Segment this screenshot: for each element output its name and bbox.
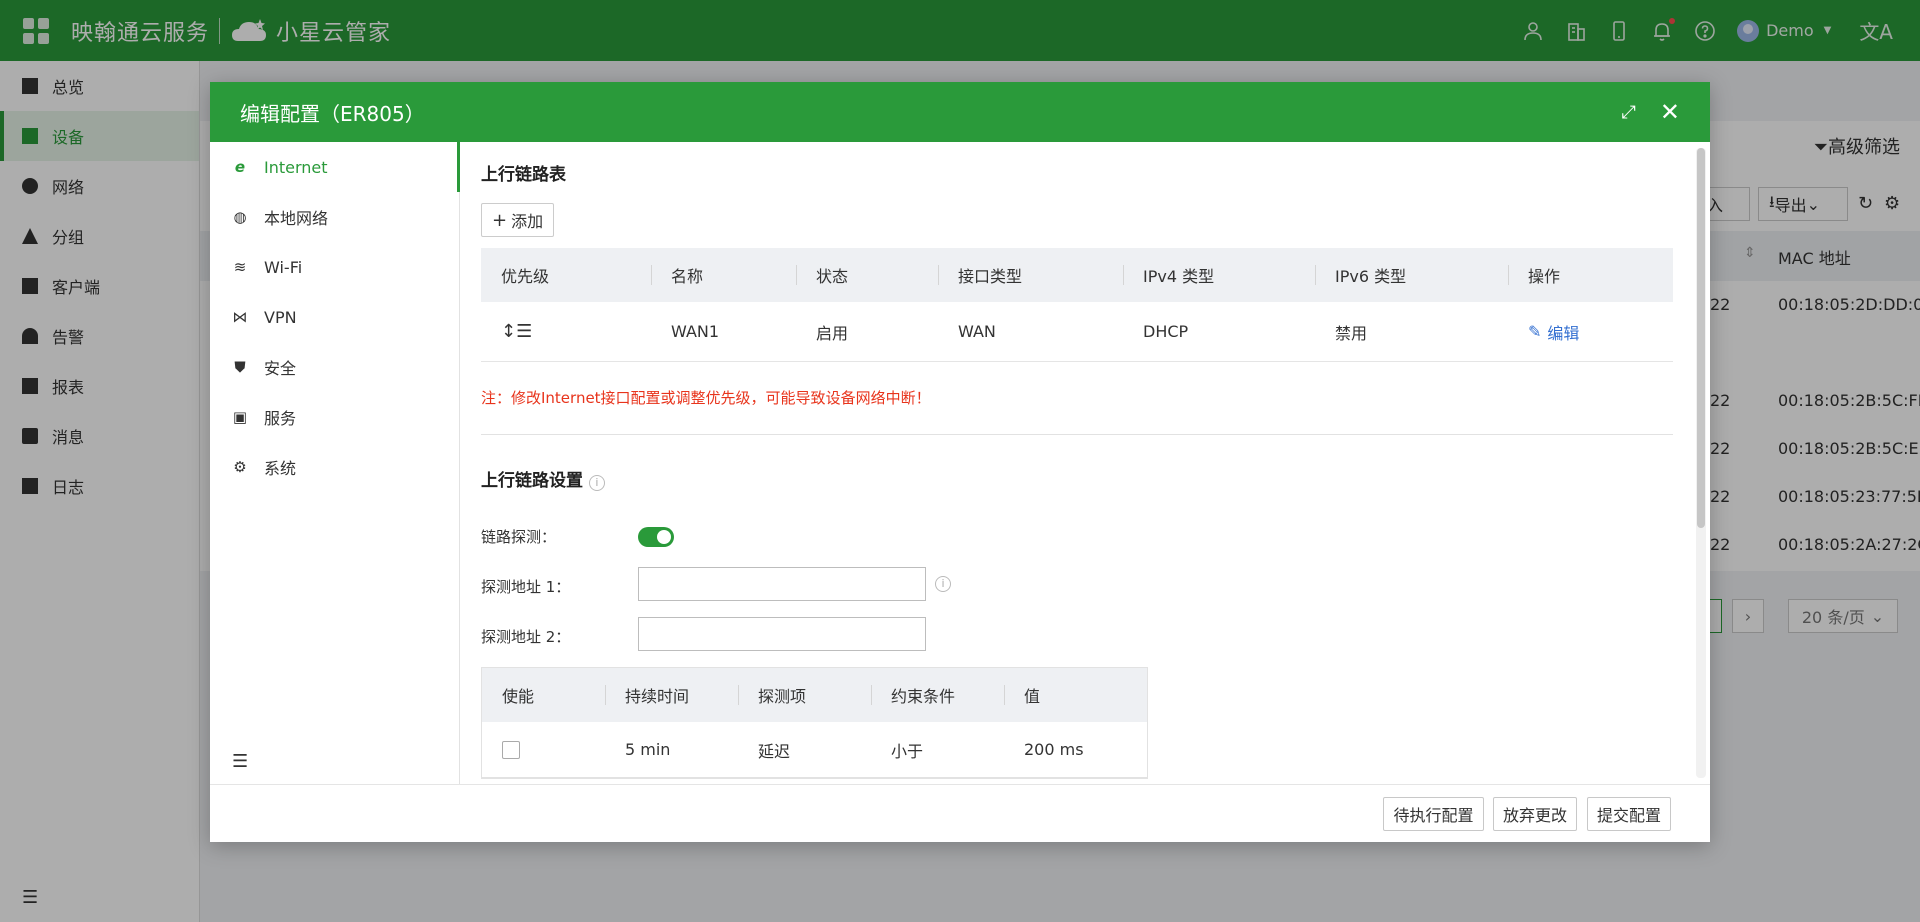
table-row: ↕☰ WAN1 启用 WAN DHCP 禁用 ✎ 编辑 [481, 302, 1673, 362]
config-menu-system[interactable]: ⚙ 系统 [210, 442, 459, 492]
column-header: IPv4 类型 [1123, 248, 1315, 302]
config-menu-label: VPN [264, 307, 297, 327]
table-cell: 禁用 [1335, 323, 1368, 343]
detect-toggle[interactable] [638, 527, 674, 547]
divider [481, 434, 1673, 435]
config-menu-label: Internet [264, 157, 328, 177]
plus-icon: + [492, 209, 508, 231]
enable-checkbox[interactable] [502, 740, 520, 759]
edit-link[interactable]: ✎ 编辑 [1508, 302, 1673, 361]
info-icon[interactable]: i [588, 475, 605, 491]
table-row: 5 min 延迟 小于 200 ms [482, 722, 1147, 778]
box-icon: ▣ [232, 408, 248, 426]
config-menu-label: 本地网络 [264, 209, 329, 228]
globe-icon: ◍ [233, 208, 247, 226]
addr1-input[interactable] [638, 567, 926, 601]
table-cell: 5 min [625, 740, 671, 759]
submit-config-button[interactable]: 提交配置 [1587, 797, 1671, 831]
drag-sort-icon[interactable]: ↕☰ [481, 302, 651, 361]
config-menu-local-network[interactable]: ◍ 本地网络 [210, 192, 459, 242]
addr2-label: 探测地址 2： [481, 628, 571, 646]
add-button[interactable]: + 添加 [481, 203, 555, 237]
pending-config-button[interactable]: 待执行配置 [1383, 797, 1484, 831]
ie-icon: e [234, 158, 246, 176]
config-menu-label: 系统 [264, 459, 297, 478]
dialog-header: 编辑配置（ER805） ⤢ ✕ [210, 82, 1710, 142]
table-cell: DHCP [1143, 322, 1189, 341]
uplink-settings-label: 上行链路设置 [481, 471, 583, 491]
config-menu-services[interactable]: ▣ 服务 [210, 392, 459, 442]
edit-config-dialog: 编辑配置（ER805） ⤢ ✕ e Internet ◍ 本地网络 ≋ Wi-Fi ⋈… [210, 82, 1710, 842]
edit-label: 编辑 [1547, 323, 1580, 343]
add-label: 添加 [511, 212, 544, 231]
probe-table: 使能 持续时间 探测项 约束条件 值 5 min 延迟 小于 200 ms [481, 667, 1148, 779]
dialog-footer: 待执行配置 放弃更改 提交配置 [210, 784, 1710, 842]
detect-label: 链路探测： [481, 528, 557, 546]
gear-icon: ⚙ [233, 458, 247, 476]
column-header: 状态 [796, 248, 938, 302]
uplink-settings-title: 上行链路设置 i [481, 466, 605, 491]
close-icon[interactable]: ✕ [1660, 98, 1680, 126]
table-header: 使能 持续时间 探测项 约束条件 值 [482, 668, 1147, 722]
table-cell: WAN [958, 322, 996, 341]
vpn-icon: ⋈ [232, 308, 248, 326]
column-header: 操作 [1508, 248, 1673, 302]
table-cell: 延迟 [758, 741, 791, 761]
uplink-table-title: 上行链路表 [481, 165, 566, 185]
addr1-label: 探测地址 1： [481, 578, 571, 596]
config-menu: e Internet ◍ 本地网络 ≋ Wi-Fi ⋈ VPN ⛊ 安全 ▣ 服务 ⚙ 系统 … [210, 142, 460, 784]
config-menu-security[interactable]: ⛊ 安全 [210, 342, 459, 392]
table-cell [482, 722, 605, 777]
config-menu-label: Wi-Fi [264, 257, 303, 277]
table-cell: 小于 [891, 741, 924, 761]
warning-note: 注：修改Internet接口配置或调整优先级，可能导致设备网络中断！ [481, 389, 931, 407]
discard-changes-button[interactable]: 放弃更改 [1493, 797, 1577, 831]
pencil-icon: ✎ [1528, 322, 1542, 341]
addr2-input[interactable] [638, 617, 926, 651]
config-menu-label: 安全 [264, 359, 297, 378]
column-header: 约束条件 [871, 668, 1004, 722]
scrollbar[interactable] [1696, 148, 1706, 778]
shield-icon: ⛊ [234, 358, 246, 376]
column-header: 接口类型 [938, 248, 1123, 302]
column-header: 持续时间 [605, 668, 738, 722]
expand-icon[interactable]: ⤢ [1621, 102, 1635, 123]
config-menu-label: 服务 [264, 409, 297, 428]
table-header: 优先级 名称 状态 接口类型 IPv4 类型 IPv6 类型 操作 [481, 248, 1673, 302]
config-menu-internet[interactable]: e Internet [210, 142, 460, 192]
dialog-content: 上行链路表 + 添加 优先级 名称 状态 接口类型 IPv4 类型 IPv6 类型… [461, 142, 1692, 784]
table-cell: 200 ms [1024, 740, 1084, 759]
column-header: IPv6 类型 [1315, 248, 1508, 302]
table-cell: WAN1 [671, 322, 720, 341]
wifi-icon: ≋ [233, 258, 247, 276]
column-header: 优先级 [501, 267, 550, 286]
column-header: 值 [1004, 668, 1147, 722]
dialog-title: 编辑配置（ER805） [240, 101, 425, 126]
collapse-menu-icon[interactable]: ☰ [232, 751, 248, 772]
scrollbar-thumb[interactable] [1697, 148, 1705, 528]
config-menu-wifi[interactable]: ≋ Wi-Fi [210, 242, 459, 292]
column-header: 名称 [651, 248, 796, 302]
column-header: 探测项 [738, 668, 871, 722]
table-cell: 启用 [816, 323, 849, 343]
column-header: 使能 [502, 687, 535, 706]
uplink-table: 优先级 名称 状态 接口类型 IPv4 类型 IPv6 类型 操作 ↕☰ WAN… [481, 248, 1673, 362]
config-menu-vpn[interactable]: ⋈ VPN [210, 292, 459, 342]
info-icon[interactable]: i [935, 576, 951, 592]
